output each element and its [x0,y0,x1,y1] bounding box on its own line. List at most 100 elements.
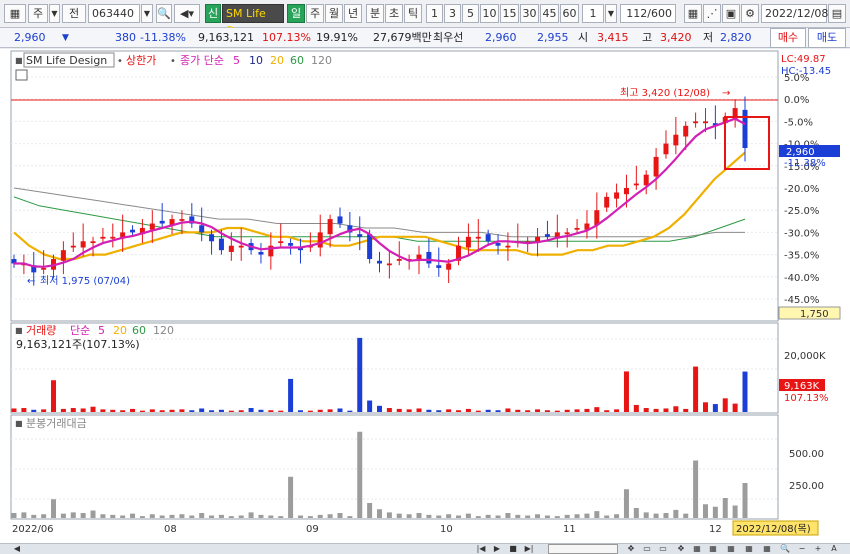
volume-bar [633,404,639,412]
price-axis-ticks: 5.0%0.0%-5.0%-10.0%-15.0%-20.0%-25.0%-30… [784,73,819,306]
volume-bar [80,408,86,412]
volume-bar [297,410,303,412]
price-value: 2,960 [14,31,46,44]
amount-bar [584,513,590,518]
bar-count-field[interactable]: 112/600 [620,4,676,23]
chart-area[interactable]: 5.0%0.0%-5.0%-10.0%-15.0%-20.0%-25.0%-30… [0,49,850,543]
settings-icon[interactable]: ⚙ [741,4,759,23]
amount-bar [120,515,126,518]
market-select[interactable]: 주 [28,4,48,23]
interval-5-button[interactable]: 5 [462,4,479,23]
volume-axis-tick-1: 20,000K [784,351,826,362]
grid-lines [11,76,778,500]
grid-icon[interactable]: ▦ [684,4,702,23]
upper-limit-legend: 상한가 [126,54,156,67]
ma10-legend: 10 [249,54,263,67]
layout-icon[interactable]: ▦ [4,4,26,23]
candle-body [663,143,669,155]
change-value: 380 [115,31,136,44]
amount-bar [31,514,37,518]
period-second-button[interactable]: 초 [385,4,403,23]
zigzag-icon[interactable]: ⋰ [703,4,721,23]
volume-bar [554,410,560,412]
search-icon[interactable]: 🔍 [156,4,172,23]
stock-name-field[interactable]: SM Life De [222,4,284,37]
period-day-button[interactable]: 일 [287,4,305,23]
period-tick-button[interactable]: 틱 [404,4,422,23]
interval-input[interactable]: 1 [582,4,604,23]
save-icon[interactable]: ▣ [722,4,740,23]
candle-body [159,220,165,224]
volume-bar [386,408,392,412]
volume-bar [614,409,620,412]
amount-bar [268,515,274,518]
stock-chart[interactable]: 5.0%0.0%-5.0%-10.0%-15.0%-20.0%-25.0%-30… [0,49,850,543]
amount-bar [179,514,185,518]
amount-bar [367,503,373,518]
buy-button[interactable]: 매수 [770,28,806,48]
amount-bar [238,515,244,518]
candle-body [60,250,66,261]
interval-45-button[interactable]: 45 [540,4,559,23]
market2-select[interactable]: 전 [62,4,86,23]
candle-body [653,156,659,177]
price-axis-tick: -45.0% [784,295,819,306]
sell-button[interactable]: 매도 [808,28,846,48]
amount-bar [643,512,649,518]
market-dropdown-icon[interactable]: ▼ [49,4,60,23]
amount-bar [594,511,600,518]
amount-bar [80,513,86,518]
amount-bar [149,514,155,518]
period-month-button[interactable]: 월 [325,4,343,23]
volume-bar [60,408,66,412]
interval-10-button[interactable]: 10 [480,4,499,23]
period-week-button[interactable]: 주 [306,4,324,23]
volume-bar [209,410,215,412]
interval-3-button[interactable]: 3 [444,4,461,23]
volume-bar [199,408,205,412]
sound-icon[interactable]: ◀▾ [174,4,200,23]
amount-bar [386,512,392,518]
volume-bar [258,409,264,412]
candle-body [643,174,649,186]
code-dropdown-icon[interactable]: ▼ [141,4,153,23]
amount-bar [633,508,639,518]
volume-bar [742,371,748,412]
amount-panel-frame [10,414,779,520]
amount-bar [278,516,284,518]
date-field[interactable]: 2022/12/08 [761,4,828,23]
stock-code-input[interactable]: 063440 [88,4,140,23]
candle-body [258,251,264,255]
lc-label: LC:49.87 [781,54,826,65]
volume-bar [41,409,47,412]
amount-bar [307,516,313,518]
interval-60-button[interactable]: 60 [560,4,579,23]
amount-bar [495,515,501,518]
horizontal-scrollbar[interactable]: ◀ |◀ ▶ ■ ▶| ✥ ▭ ▭ ✥ ▦ ▦ ▦ ▦ ▦ 🔍 − + A [0,543,850,554]
candle-body [209,234,215,242]
amount-bar [100,514,106,518]
volume-bar [515,409,521,412]
volume-bar [288,378,294,412]
table-icon[interactable] [15,69,28,81]
candle-body [386,263,392,266]
interval-dropdown-icon[interactable]: ▼ [605,4,617,23]
amount-bar [169,514,175,518]
volume-bar [485,409,491,412]
interval-1-button[interactable]: 1 [426,4,443,23]
period-year-button[interactable]: 년 [344,4,362,23]
volume-bar [683,408,689,412]
volume-bar [51,380,57,412]
interval-30-button[interactable]: 30 [520,4,539,23]
volume-tag-text: 9,163K [784,381,820,392]
amount-bar [139,516,145,518]
open-label: 시 [578,31,589,44]
calendar-icon[interactable]: ▤ [828,4,846,23]
price-axis-tick: 0.0% [784,95,809,106]
period-minute-button[interactable]: 분 [366,4,384,23]
amount-bar [337,513,343,518]
volume-bar [732,403,738,412]
interval-15-button[interactable]: 15 [500,4,519,23]
legend-square-icon: ■ [15,56,23,65]
candle-body [179,219,185,221]
